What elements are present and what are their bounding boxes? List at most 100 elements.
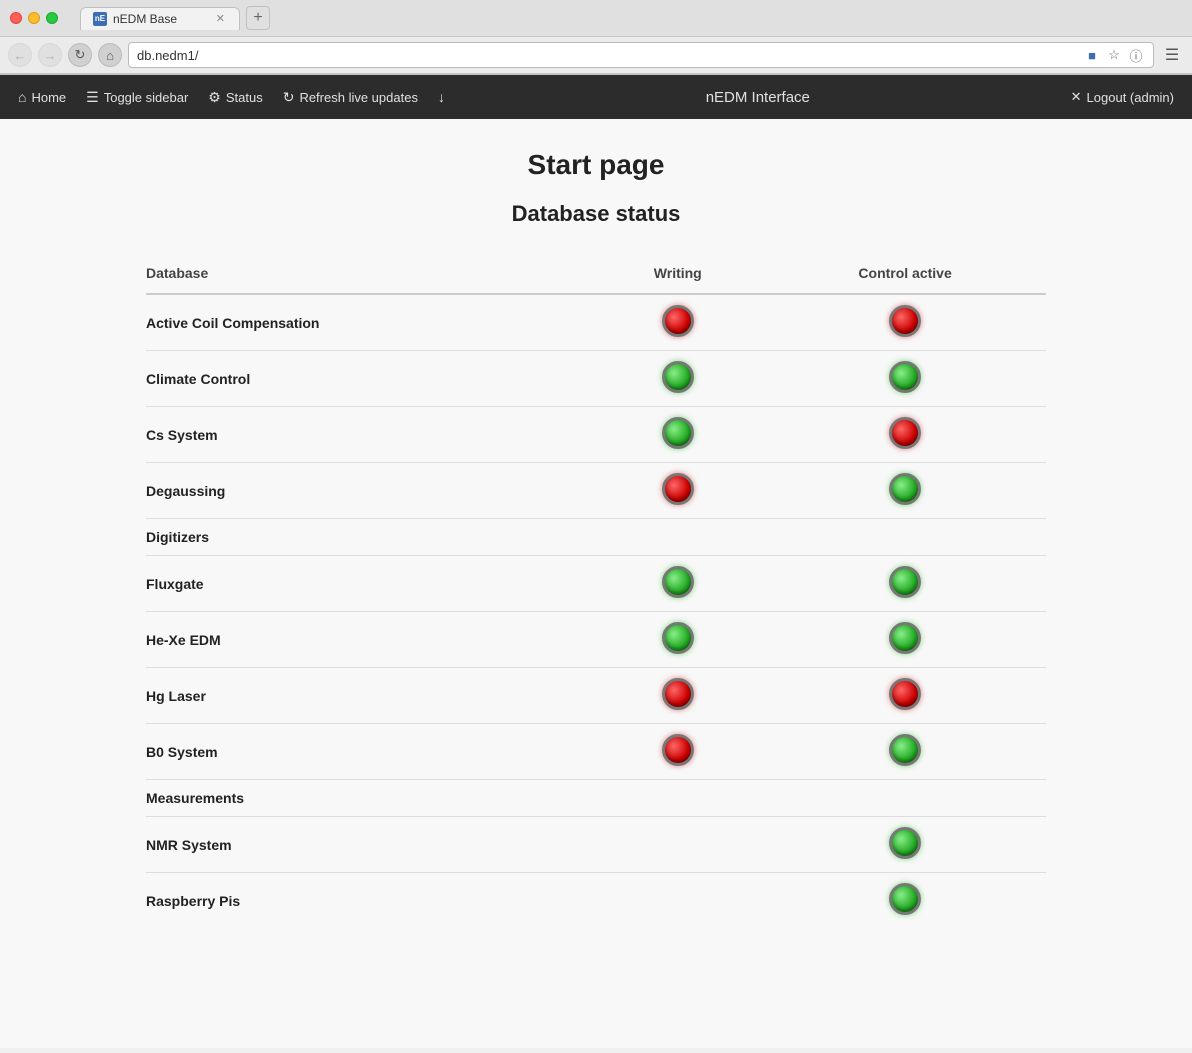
section-title: Database status — [20, 201, 1172, 227]
new-tab-button[interactable]: + — [246, 6, 270, 30]
table-row: Hg Laser — [146, 668, 1046, 724]
writing-led — [662, 305, 694, 337]
control-indicator-cell — [764, 519, 1046, 556]
maximize-button[interactable] — [46, 12, 58, 24]
traffic-lights — [10, 12, 58, 24]
db-name-cell: Climate Control — [146, 351, 591, 407]
writing-indicator-cell — [591, 519, 764, 556]
table-header: Database Writing Control active — [146, 257, 1046, 294]
browser-chrome: nE nEDM Base ✕ + ← → ↻ ⌂ db.nedm1/ ■ ☆ ⓘ… — [0, 0, 1192, 75]
db-name-cell: Hg Laser — [146, 668, 591, 724]
writing-led — [662, 473, 694, 505]
writing-indicator-cell — [591, 407, 764, 463]
browser-titlebar: nE nEDM Base ✕ + — [0, 0, 1192, 37]
writing-indicator-cell — [591, 724, 764, 780]
writing-led — [662, 622, 694, 654]
control-led — [889, 734, 921, 766]
logout-label: Logout (admin) — [1087, 90, 1174, 105]
browser-menu-button[interactable]: ☰ — [1160, 43, 1184, 67]
gear-icon: ⚙ — [208, 89, 221, 106]
nav-right: ✕ Logout (admin) — [1061, 89, 1184, 105]
writing-led — [662, 678, 694, 710]
control-led — [889, 361, 921, 393]
forward-button[interactable]: → — [38, 43, 62, 67]
address-bar[interactable]: db.nedm1/ ■ ☆ ⓘ — [128, 42, 1154, 68]
writing-led — [662, 734, 694, 766]
app-navbar: ⌂ Home ☰ Toggle sidebar ⚙ Status ↻ Refre… — [0, 75, 1192, 119]
table-row: Cs System — [146, 407, 1046, 463]
db-name-cell: Digitizers — [146, 519, 591, 556]
address-icons: ■ ☆ ⓘ — [1083, 46, 1145, 64]
writing-indicator-cell — [591, 668, 764, 724]
tab-bar: nE nEDM Base ✕ + — [80, 6, 270, 30]
control-indicator-cell — [764, 817, 1046, 873]
control-indicator-cell — [764, 294, 1046, 351]
table-row: Climate Control — [146, 351, 1046, 407]
browser-tab[interactable]: nE nEDM Base ✕ — [80, 7, 240, 30]
reload-button[interactable]: ↻ — [68, 43, 92, 67]
page-title: Start page — [20, 149, 1172, 181]
toggle-sidebar-nav-item[interactable]: ☰ Toggle sidebar — [76, 75, 198, 119]
control-led — [889, 883, 921, 915]
tab-title: nEDM Base — [113, 12, 208, 26]
refresh-icon: ↻ — [283, 89, 295, 106]
db-name-cell: He-Xe EDM — [146, 612, 591, 668]
writing-indicator-cell — [591, 780, 764, 817]
refresh-nav-item[interactable]: ↻ Refresh live updates — [273, 75, 428, 119]
sidebar-icon: ☰ — [86, 89, 99, 106]
status-table: Database Writing Control active Active C… — [146, 257, 1046, 928]
control-indicator-cell — [764, 668, 1046, 724]
writing-indicator-cell — [591, 873, 764, 929]
writing-indicator-cell — [591, 351, 764, 407]
control-led — [889, 566, 921, 598]
control-led — [889, 678, 921, 710]
download-icon: ↓ — [438, 89, 445, 105]
table-row: Fluxgate — [146, 556, 1046, 612]
db-name-cell: Measurements — [146, 780, 591, 817]
table-body: Active Coil CompensationClimate ControlC… — [146, 294, 1046, 928]
home-nav-label: Home — [31, 90, 66, 105]
toggle-sidebar-label: Toggle sidebar — [104, 90, 189, 105]
control-indicator-cell — [764, 724, 1046, 780]
writing-led — [662, 566, 694, 598]
close-button[interactable] — [10, 12, 22, 24]
writing-indicator-cell — [591, 294, 764, 351]
table-row: Raspberry Pis — [146, 873, 1046, 929]
control-led — [889, 305, 921, 337]
control-indicator-cell — [764, 463, 1046, 519]
writing-led — [662, 417, 694, 449]
control-led — [889, 622, 921, 654]
bookmark-icon[interactable]: ☆ — [1105, 46, 1123, 64]
brand-label: nEDM Interface — [455, 89, 1061, 106]
home-button[interactable]: ⌂ — [98, 43, 122, 67]
table-row: He-Xe EDM — [146, 612, 1046, 668]
status-nav-item[interactable]: ⚙ Status — [198, 75, 272, 119]
control-indicator-cell — [764, 556, 1046, 612]
control-led — [889, 417, 921, 449]
minimize-button[interactable] — [28, 12, 40, 24]
table-row: Degaussing — [146, 463, 1046, 519]
logout-button[interactable]: ✕ Logout (admin) — [1061, 89, 1184, 105]
home-nav-item[interactable]: ⌂ Home — [8, 75, 76, 119]
logout-icon: ✕ — [1071, 89, 1082, 105]
db-name-cell: Degaussing — [146, 463, 591, 519]
col-control: Control active — [764, 257, 1046, 294]
writing-indicator-cell — [591, 817, 764, 873]
download-nav-item[interactable]: ↓ — [428, 75, 455, 119]
home-icon: ⌂ — [18, 89, 26, 105]
refresh-nav-label: Refresh live updates — [299, 90, 418, 105]
table-row: B0 System — [146, 724, 1046, 780]
back-button[interactable]: ← — [8, 43, 32, 67]
db-name-cell: Active Coil Compensation — [146, 294, 591, 351]
info-icon[interactable]: ⓘ — [1127, 46, 1145, 64]
status-nav-label: Status — [226, 90, 263, 105]
db-name-cell: Fluxgate — [146, 556, 591, 612]
writing-led — [662, 361, 694, 393]
tab-favicon: nE — [93, 12, 107, 26]
db-name-cell: B0 System — [146, 724, 591, 780]
col-database: Database — [146, 257, 591, 294]
extension-icon[interactable]: ■ — [1083, 46, 1101, 64]
table-row: NMR System — [146, 817, 1046, 873]
page-content: Start page Database status Database Writ… — [0, 119, 1192, 1048]
tab-close-button[interactable]: ✕ — [214, 12, 227, 25]
